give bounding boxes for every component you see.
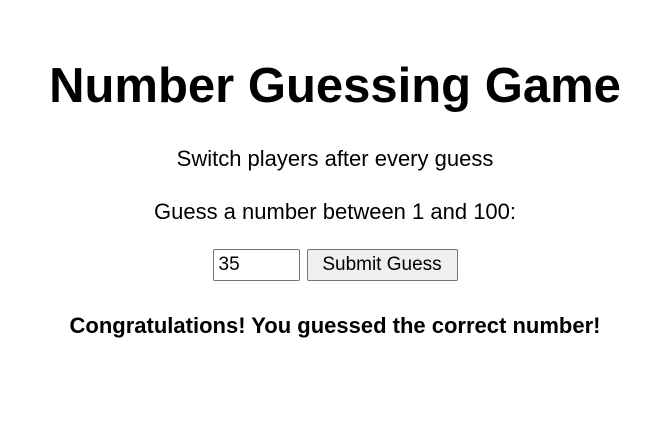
submit-guess-button[interactable]: Submit Guess <box>306 249 458 281</box>
page-title: Number Guessing Game <box>49 59 621 113</box>
guess-prompt: Guess a number between 1 and 100: <box>153 199 517 224</box>
guess-form: Submit Guess <box>0 249 670 281</box>
guess-input[interactable] <box>212 249 300 281</box>
result-message: Congratulations! You guessed the correct… <box>69 313 601 338</box>
instructions-text: Switch players after every guess <box>176 146 494 171</box>
